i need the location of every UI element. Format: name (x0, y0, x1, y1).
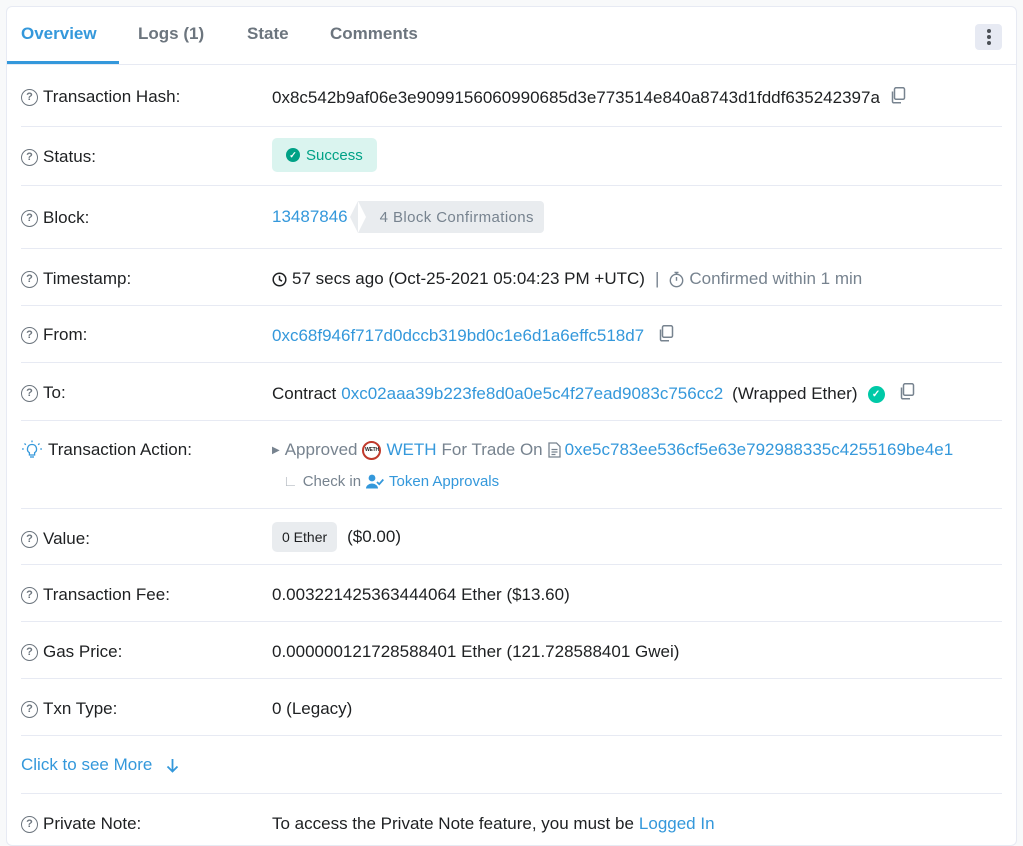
help-icon[interactable]: ? (21, 700, 38, 718)
tab-comments[interactable]: Comments (330, 24, 418, 44)
user-check-icon (366, 474, 385, 489)
lightbulb-icon (21, 440, 43, 460)
transaction-hash-value: 0x8c542b9af06e3e9099156060990685d3e77351… (272, 88, 880, 107)
row-gas-price: ? Gas Price: 0.000000121728588401 Ether … (21, 622, 1002, 679)
row-block: ? Block: 13487846 4 Block Confirmations (21, 186, 1002, 249)
help-icon[interactable]: ? (21, 586, 38, 604)
login-link[interactable]: Logged In (639, 814, 715, 834)
stopwatch-icon (669, 271, 684, 288)
kebab-icon (986, 29, 991, 33)
row-timestamp: ? Timestamp: 57 secs ago (Oct-25-2021 05… (21, 249, 1002, 306)
label-private-note: Private Note: (43, 814, 142, 833)
check-circle-icon: ✓ (286, 148, 300, 162)
token-approvals-link[interactable]: Token Approvals (389, 473, 499, 490)
from-address-link[interactable]: 0xc68f946f717d0dccb319bd0c1e6d1a6effc518… (272, 326, 644, 346)
corner-icon: ∟ (283, 473, 298, 490)
check-in-subline: ∟ Check in Token Approvals (283, 473, 499, 490)
timestamp-value: 57 secs ago (Oct-25-2021 05:04:23 PM +UT… (292, 269, 645, 288)
label-to: To: (43, 383, 66, 402)
tab-bar: Overview Logs (1) State Comments (7, 7, 1016, 65)
clock-icon (272, 271, 287, 287)
copy-icon[interactable] (899, 383, 915, 405)
label-from: From: (43, 325, 88, 344)
arrow-down-icon (166, 758, 179, 773)
contract-prefix: Contract (272, 384, 337, 403)
label-status: Status: (43, 147, 96, 166)
private-note-text: To access the Private Note feature, you … (272, 814, 634, 833)
transaction-details-card: Overview Logs (1) State Comments ? Trans… (6, 6, 1017, 846)
status-badge: ✓ Success (272, 138, 377, 172)
copy-icon[interactable] (890, 87, 906, 109)
help-icon[interactable]: ? (21, 88, 38, 106)
transaction-fee-value: 0.003221425363444064 Ether ($13.60) (272, 585, 570, 604)
block-number-link[interactable]: 13487846 (272, 207, 348, 227)
weth-token-logo: WETH (362, 440, 382, 460)
row-value: ? Value: 0 Ether ($0.00) (21, 509, 1002, 565)
caret-right-icon: ▶ (272, 444, 280, 456)
label-gas-price: Gas Price: (43, 642, 123, 661)
confirmed-within: Confirmed within 1 min (689, 269, 863, 288)
block-confirmations-badge: 4 Block Confirmations (349, 201, 544, 233)
contract-name: (Wrapped Ether) (732, 384, 858, 403)
weth-token-link[interactable]: WETH (386, 440, 436, 460)
help-icon[interactable]: ? (21, 326, 38, 344)
help-icon[interactable]: ? (21, 209, 38, 227)
help-icon[interactable]: ? (21, 270, 38, 288)
help-icon[interactable]: ? (21, 384, 38, 402)
tab-overview[interactable]: Overview (21, 24, 97, 44)
label-txn-type: Txn Type: (43, 699, 118, 718)
label-value: Value: (43, 529, 90, 548)
row-transaction-hash: ? Transaction Hash: 0x8c542b9af06e3e9099… (21, 65, 1002, 127)
verified-check-icon: ✓ (867, 385, 885, 403)
separator: | (654, 269, 660, 288)
active-tab-indicator (7, 61, 119, 64)
help-icon[interactable]: ? (21, 815, 38, 833)
label-transaction-fee: Transaction Fee: (43, 585, 170, 604)
see-more-link[interactable]: Click to see More (21, 755, 179, 775)
help-icon[interactable]: ? (21, 530, 38, 548)
row-txn-type: ? Txn Type: 0 (Legacy) (21, 679, 1002, 736)
action-for-trade: For Trade On (441, 440, 543, 459)
row-from: ? From: 0xc68f946f717d0dccb319bd0c1e6d1a… (21, 306, 1002, 363)
tab-state[interactable]: State (247, 24, 289, 44)
tab-logs[interactable]: Logs (1) (138, 24, 204, 44)
label-block: Block: (43, 208, 90, 227)
row-transaction-fee: ? Transaction Fee: 0.003221425363444064 … (21, 565, 1002, 622)
ether-value-badge: 0 Ether (272, 522, 338, 552)
row-transaction-action: Transaction Action: ▶ Approved WETH WETH… (21, 421, 1002, 509)
more-options-button[interactable] (975, 24, 1002, 50)
usd-value: ($0.00) (347, 527, 402, 546)
row-to: ? To: Contract 0xc02aaa39b223fe8d0a0e5c4… (21, 363, 1002, 421)
spender-address-link[interactable]: 0xe5c783ee536cf5e63e792988335c4255169be4… (565, 440, 954, 460)
help-icon[interactable]: ? (21, 148, 38, 166)
check-in-text: Check in (302, 473, 362, 490)
action-approved: Approved (284, 440, 358, 459)
gas-price-value: 0.000000121728588401 Ether (121.72858840… (272, 642, 680, 661)
label-transaction-action: Transaction Action: (48, 440, 192, 459)
row-private-note: ? Private Note: To access the Private No… (21, 793, 1002, 845)
file-icon (547, 442, 561, 458)
txn-type-value: 0 (Legacy) (272, 699, 353, 718)
to-address-link[interactable]: 0xc02aaa39b223fe8d0a0e5c4f27ead9083c756c… (341, 384, 723, 404)
label-timestamp: Timestamp: (43, 269, 132, 288)
copy-icon[interactable] (658, 325, 674, 347)
row-status: ? Status: ✓ Success (21, 127, 1002, 186)
label-transaction-hash: Transaction Hash: (43, 87, 181, 106)
help-icon[interactable]: ? (21, 643, 38, 661)
